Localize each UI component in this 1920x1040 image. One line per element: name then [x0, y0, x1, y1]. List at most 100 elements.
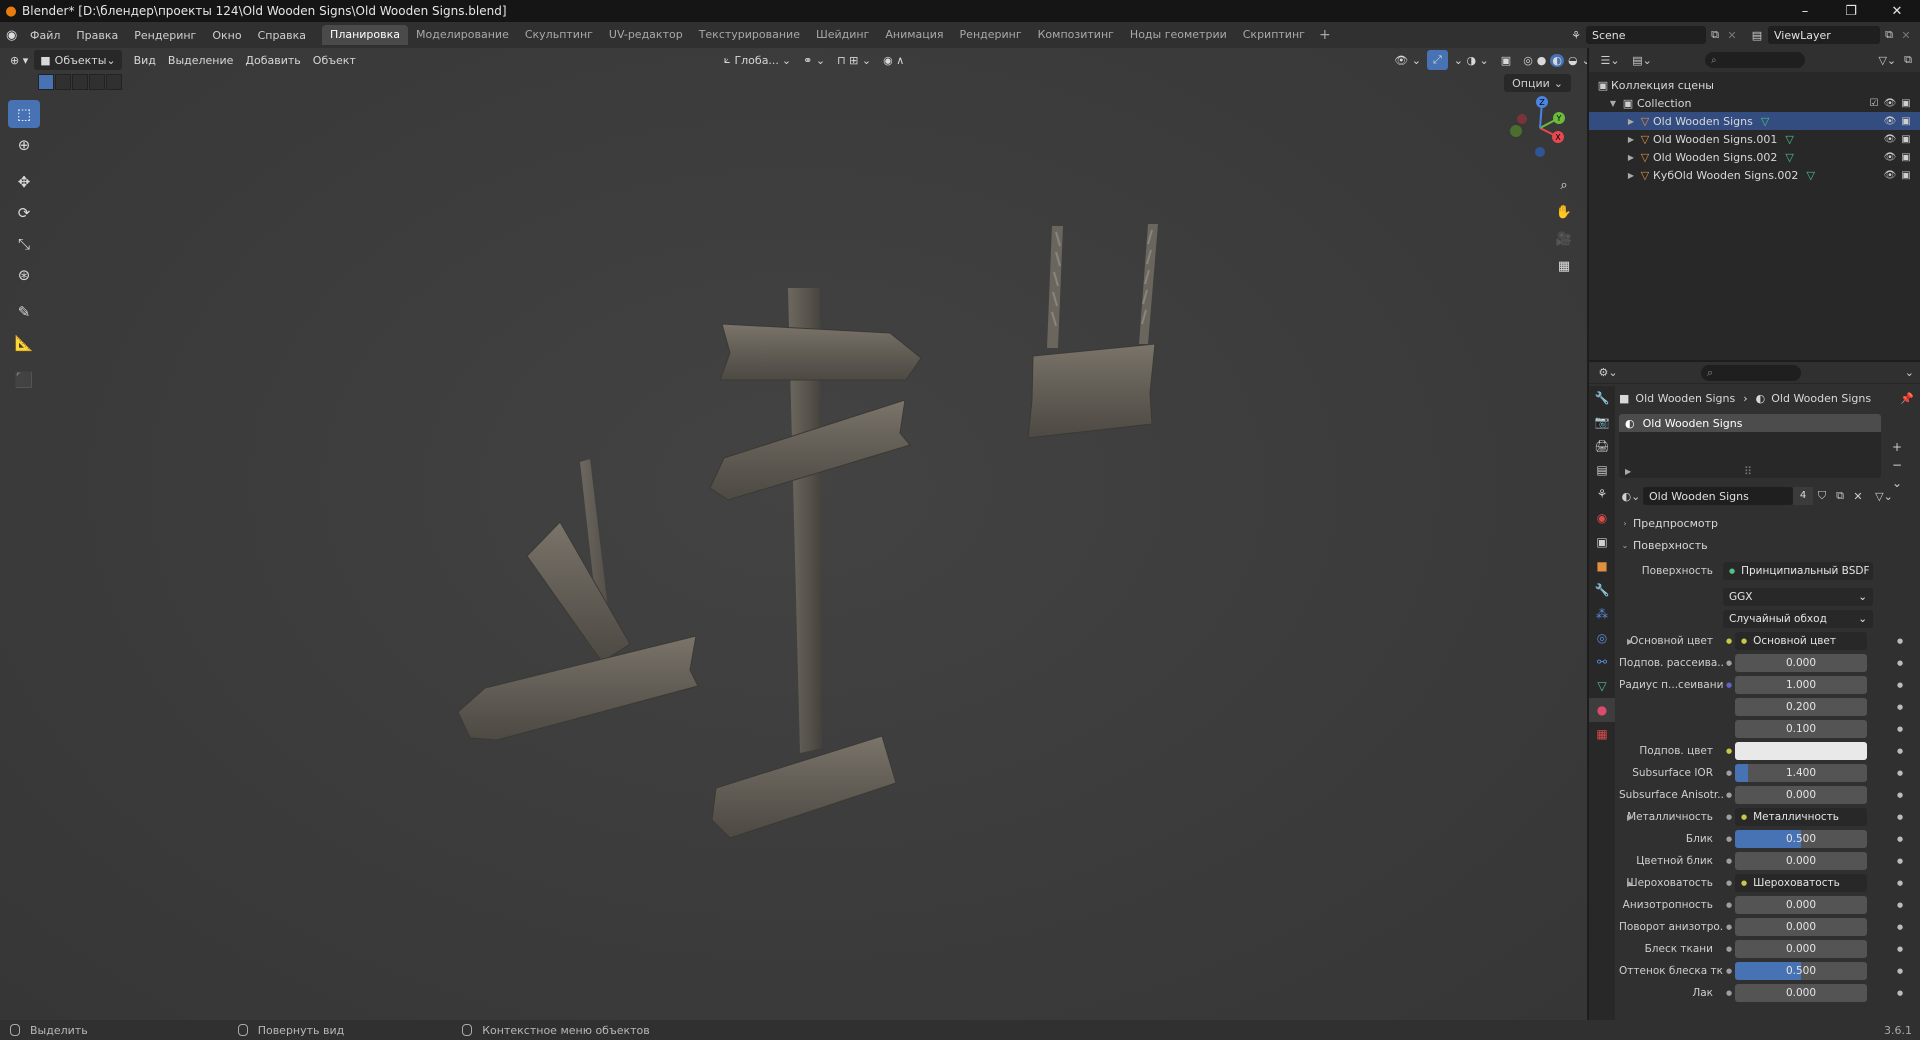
select-invert-icon[interactable] [89, 74, 105, 90]
input-socket-icon[interactable]: ● [1723, 989, 1735, 997]
keyframe-dot-icon[interactable]: ● [1897, 791, 1903, 799]
texture-tab-icon[interactable]: ▦ [1589, 722, 1615, 746]
input-socket-icon[interactable]: ● [1723, 835, 1735, 843]
neg-x-handle[interactable] [1517, 114, 1527, 124]
tab-layout[interactable]: Планировка [322, 25, 409, 45]
value-slider[interactable]: 0.000 [1735, 786, 1867, 804]
eye-icon[interactable]: 👁 [1882, 152, 1898, 163]
eye-icon[interactable]: 👁 [1882, 134, 1898, 145]
grid-perspective-icon[interactable]: ▦ [1551, 253, 1577, 279]
menu-select[interactable]: Выделение [162, 50, 240, 70]
menu-file[interactable]: Файл [22, 29, 68, 42]
value-slider[interactable]: 0.000 [1735, 654, 1867, 672]
close-button[interactable]: ✕ [1874, 0, 1920, 22]
unlink-material-icon[interactable]: ✕ [1849, 490, 1867, 503]
view-layer-tab-icon[interactable]: ▤ [1589, 458, 1615, 482]
select-intersect-icon[interactable] [106, 74, 122, 90]
camera-icon[interactable]: ▣ [1898, 152, 1914, 163]
chevron-right-icon[interactable]: ▶ [1627, 637, 1633, 646]
object-tab-icon[interactable]: ■ [1589, 554, 1615, 578]
mesh-data-icon[interactable]: ▽ [1785, 151, 1793, 164]
add-cube-tool[interactable]: ⬛ [8, 366, 40, 394]
keyframe-dot-icon[interactable]: ● [1897, 945, 1903, 953]
new-collection-icon[interactable]: ⧉ [1904, 53, 1912, 67]
camera-icon[interactable]: ▣ [1898, 116, 1914, 127]
keyframe-dot-icon[interactable]: ● [1897, 857, 1903, 865]
keyframe-dot-icon[interactable]: ● [1897, 901, 1903, 909]
panel-surface[interactable]: ⌄ Поверхность [1619, 534, 1920, 556]
menu-add[interactable]: Добавить [239, 50, 306, 70]
keyframe-dot-icon[interactable]: ● [1897, 637, 1903, 645]
input-socket-icon[interactable]: ● [1723, 791, 1735, 799]
browse-material-icon[interactable]: ◐⌄ [1619, 490, 1643, 503]
measure-tool[interactable]: 📐 [8, 329, 40, 357]
linked-input-field[interactable]: ● Шероховатость [1735, 874, 1867, 892]
chevron-right-icon[interactable]: ▶ [1625, 467, 1631, 476]
checkbox-icon[interactable]: ☑ [1866, 98, 1882, 109]
material-slot-list[interactable]: ◐ Old Wooden Signs ▶ ⠿ [1619, 414, 1881, 478]
proportional-editing-button[interactable]: ◉ ∧ [877, 50, 910, 70]
menu-window[interactable]: Окно [204, 29, 249, 42]
chevron-right-icon[interactable]: ▶ [1625, 117, 1637, 126]
value-slider[interactable]: 0.000 [1735, 984, 1867, 1002]
particles-tab-icon[interactable]: ⁂ [1589, 602, 1615, 626]
neg-z-handle[interactable] [1535, 147, 1545, 157]
fake-user-shield-icon[interactable]: ⛉ [1813, 489, 1831, 503]
collection-row[interactable]: ▼ ▣ Collection ☑ 👁 ▣ [1589, 94, 1920, 112]
annotate-tool[interactable]: ✎ [8, 298, 40, 326]
chevron-right-icon[interactable]: ▶ [1625, 135, 1637, 144]
input-socket-icon[interactable]: ● [1723, 637, 1735, 645]
value-slider[interactable]: 0.500 [1735, 830, 1867, 848]
input-socket-icon[interactable]: ● [1723, 769, 1735, 777]
keyframe-dot-icon[interactable]: ● [1897, 681, 1903, 689]
select-new-icon[interactable] [38, 74, 54, 90]
xray-button[interactable]: ▣ [1495, 50, 1517, 70]
physics-tab-icon[interactable]: ◎ [1589, 626, 1615, 650]
mesh-data-icon[interactable]: ▽ [1785, 133, 1793, 146]
tab-compositing[interactable]: Композитинг [1030, 25, 1122, 45]
panel-preview[interactable]: › Предпросмотр [1619, 512, 1920, 534]
input-socket-icon[interactable]: ● [1723, 813, 1735, 821]
outliner-item-old-wooden-signs-002[interactable]: ▶ ▽ Old Wooden Signs.002 ▽ 👁 ▣ [1589, 148, 1920, 166]
value-slider[interactable]: 0.000 [1735, 852, 1867, 870]
properties-search-input[interactable]: ⌕ [1701, 364, 1801, 381]
editor-type-icon[interactable]: ☰⌄ [1597, 54, 1623, 67]
linked-input-field[interactable]: ● Металличность [1735, 808, 1867, 826]
keyframe-dot-icon[interactable]: ● [1897, 989, 1903, 997]
remove-slot-button[interactable]: − [1889, 458, 1905, 476]
input-socket-icon[interactable]: ● [1723, 857, 1735, 865]
tab-sculpting[interactable]: Скульптинг [517, 25, 601, 45]
material-tab-icon[interactable]: ● [1589, 698, 1615, 722]
eye-icon[interactable]: 👁 [1882, 170, 1898, 181]
navigation-gizmo[interactable]: X Y Z [1500, 88, 1580, 168]
wireframe-icon[interactable]: ◎ [1523, 54, 1533, 67]
world-tab-icon[interactable]: ◉ [1589, 506, 1615, 530]
input-socket-icon[interactable]: ● [1723, 879, 1735, 887]
menu-edit[interactable]: Правка [68, 29, 126, 42]
mode-selector[interactable]: ■ Объекты ⌄ [34, 50, 122, 70]
scene-tab-icon[interactable]: ⚘ [1589, 482, 1615, 506]
keyframe-dot-icon[interactable]: ● [1897, 923, 1903, 931]
value-slider[interactable]: 1.400 [1735, 764, 1867, 782]
middle-sign-object[interactable] [709, 288, 922, 839]
tab-shading[interactable]: Шейдинг [808, 25, 877, 45]
duplicate-material-icon[interactable]: ⧉ [1831, 489, 1849, 503]
camera-icon[interactable]: ▣ [1898, 134, 1914, 145]
editor-type-button[interactable]: ⊕ ▾ [0, 50, 34, 70]
tool-tab-icon[interactable]: 🔧 [1589, 386, 1615, 410]
delete-view-layer-icon[interactable]: ✕ [1898, 29, 1914, 42]
color-swatch[interactable] [1735, 742, 1867, 760]
minimize-button[interactable]: – [1782, 0, 1828, 22]
chevron-right-icon[interactable]: ▶ [1627, 879, 1633, 888]
input-socket-icon[interactable]: ● [1723, 923, 1735, 931]
material-preview-icon[interactable]: ◐ [1550, 53, 1565, 67]
tab-scripting[interactable]: Скриптинг [1235, 25, 1313, 45]
surface-shader-field[interactable]: ● Принципиальный BSDF [1723, 562, 1873, 580]
outliner-search-input[interactable]: ⌕ [1705, 52, 1805, 68]
move-tool[interactable]: ✥ [8, 168, 40, 196]
eye-icon[interactable]: 👁 [1882, 98, 1898, 109]
solid-icon[interactable]: ● [1537, 54, 1547, 67]
value-slider[interactable]: 0.000 [1735, 896, 1867, 914]
distribution-dropdown[interactable]: GGX ⌄ [1723, 588, 1873, 606]
gizmo-toggle-button[interactable]: ⤢ [1426, 50, 1448, 70]
